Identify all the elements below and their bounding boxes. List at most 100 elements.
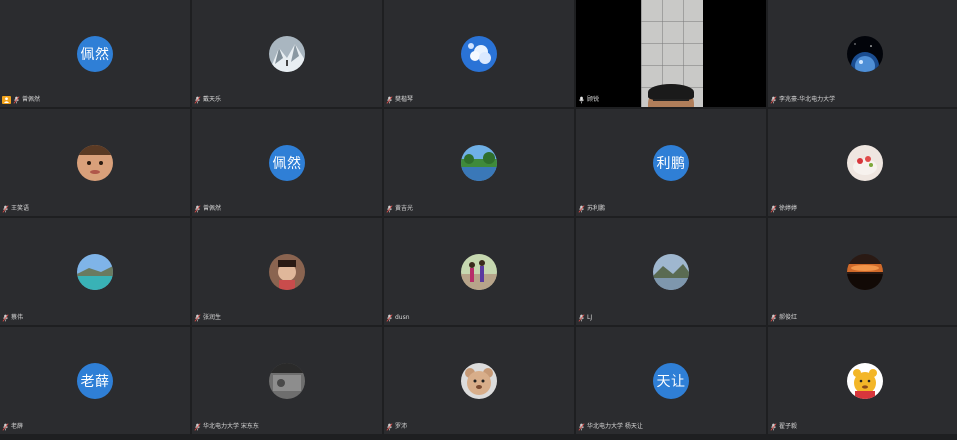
participant-tile[interactable]: 老薛 老薛 [0,327,190,434]
name-bar: 苏利鹏 [578,204,605,214]
video-feed [641,0,703,107]
participant-tile[interactable]: 徐婷婷 [768,109,957,216]
participant-tile[interactable]: 佩然曾佩然 [192,109,382,216]
mic-muted-icon [386,96,393,104]
mic-muted-icon [578,314,585,322]
participant-name: 戴天乐 [203,96,222,103]
participant-name: LJ [587,314,593,321]
participant-tile[interactable]: 利鹏苏利鹏 [576,109,766,216]
mic-muted-icon [386,423,393,431]
name-bar: LJ [578,313,592,323]
participant-tile[interactable]: 蔡伟 [0,218,190,325]
participant-tile[interactable]: 王笑语 [0,109,190,216]
mic-muted-icon [386,205,393,213]
mic-muted-icon [578,205,585,213]
mic-muted-icon [194,205,201,213]
avatar: 利鹏 [653,144,689,181]
participant-name: 罗沛 [395,423,408,430]
mic-muted-icon [194,423,201,431]
mic-muted-icon [770,96,777,104]
participant-name: 蔡伟 [11,314,24,321]
participant-name: 华北电力大学 宋东东 [203,423,259,430]
avatar-initials: 佩然 [272,155,302,172]
name-bar: 蔡伟 [2,313,23,323]
mic-muted-icon [2,423,9,431]
name-bar: 戴天乐 [194,95,221,105]
mic-muted-icon [578,423,585,431]
participant-tile[interactable]: 郝俊红 [768,218,957,325]
participant-tile[interactable]: 天让华北电力大学 杨天让 [576,327,766,434]
name-bar: dusn [386,313,410,323]
avatar [269,35,305,72]
participant-name: 郝俊红 [779,314,798,321]
avatar [653,253,689,290]
participant-tile[interactable]: 李兆豪-华北电力大学 [768,0,957,107]
name-bar: 华北电力大学 宋东东 [194,422,259,432]
avatar [77,144,113,181]
avatar [461,253,497,290]
participant-tile[interactable]: 罗沛 [384,327,574,434]
participant-tile[interactable]: LJ [576,218,766,325]
name-bar: 老薛 [2,422,23,432]
avatar [461,362,497,399]
name-bar: 张润生 [194,313,221,323]
name-bar: 顾锐 [578,95,599,105]
participant-tile[interactable]: 顾锐 [576,0,766,107]
avatar: 佩然 [269,144,305,181]
avatar [846,35,883,72]
name-bar: 樊楷琴 [386,95,413,105]
avatar [461,35,497,72]
participant-name: 翟子毅 [779,423,798,430]
avatar [846,362,883,399]
host-icon [2,96,11,104]
participant-tile[interactable]: 翟子毅 [768,327,957,434]
participant-name: 黄吉光 [395,205,414,212]
avatar-initials: 老薛 [80,373,110,390]
name-bar: 罗沛 [386,422,407,432]
participant-tile[interactable]: dusn [384,218,574,325]
name-bar: 黄吉光 [386,204,413,214]
participant-name: 李兆豪-华北电力大学 [779,96,836,103]
avatar [846,253,883,290]
participant-name: 华北电力大学 杨天让 [587,423,643,430]
mic-muted-icon [386,314,393,322]
name-bar: 曾佩然 [194,204,221,214]
mic-muted-icon [770,423,777,431]
participant-tile[interactable]: 佩然曾佩然 [0,0,190,107]
name-bar: 翟子毅 [770,422,797,432]
avatar [461,144,497,181]
avatar [269,362,305,399]
name-bar: 徐婷婷 [770,204,797,214]
participant-name: 王笑语 [11,205,30,212]
avatar [846,144,883,181]
participant-name: 张润生 [203,314,222,321]
participant-name: 樊楷琴 [395,96,414,103]
participant-tile[interactable]: 樊楷琴 [384,0,574,107]
avatar-initials: 利鹏 [656,155,686,172]
participant-tile[interactable]: 戴天乐 [192,0,382,107]
participant-name: 曾佩然 [203,205,222,212]
participant-name: 苏利鹏 [587,205,606,212]
avatar: 老薛 [77,362,113,399]
participant-tile[interactable]: 黄吉光 [384,109,574,216]
participant-tile[interactable]: 张润生 [192,218,382,325]
participant-name: 徐婷婷 [779,205,798,212]
name-bar: 李兆豪-华北电力大学 [770,95,835,105]
mic-muted-icon [2,205,9,213]
participant-name: 老薛 [11,423,24,430]
mic-muted-icon [770,314,777,322]
participant-grid: 佩然 曾佩然 戴天乐 樊楷琴 顾锐 李兆豪-华北电力大学 王笑语 佩然 曾佩然 黄吉光 利鹏 苏利鹏徐… [0,0,957,440]
name-bar: 郝俊红 [770,313,797,323]
avatar-initials: 天让 [656,373,686,390]
mic-muted-icon [2,314,9,322]
participant-name: 顾锐 [587,96,600,103]
name-bar: 华北电力大学 杨天让 [578,422,643,432]
participant-tile[interactable]: 华北电力大学 宋东东 [192,327,382,434]
name-bar: 曾佩然 [2,95,40,105]
avatar-initials: 佩然 [80,46,110,63]
mic-muted-icon [194,96,201,104]
avatar: 天让 [653,362,689,399]
mic-muted-icon [770,205,777,213]
mic-on-icon [578,96,585,104]
mic-muted-icon [13,96,20,104]
